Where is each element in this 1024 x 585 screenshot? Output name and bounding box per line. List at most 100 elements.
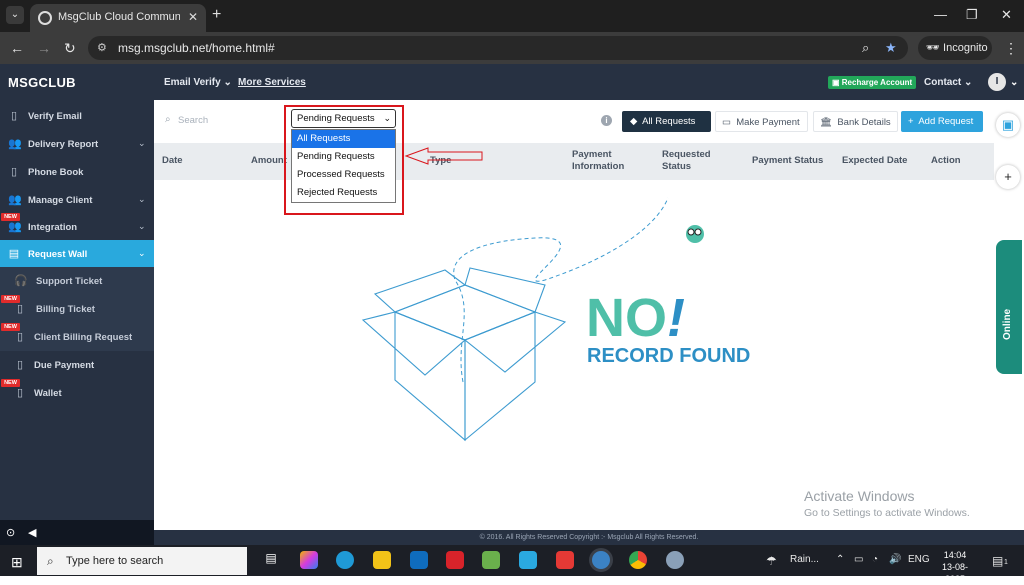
sidebar-item-billing-ticket[interactable]: NEW ▯ Billing Ticket <box>0 295 154 323</box>
sidebar-item-integration[interactable]: NEW 👥 Integration ⌄ <box>0 213 154 241</box>
window-close-icon[interactable]: ✕ <box>1001 7 1012 23</box>
wps-icon[interactable] <box>446 551 464 569</box>
sidebar-item-verify-email[interactable]: ▯ Verify Email <box>0 102 154 130</box>
empty-no-text: NO! <box>586 291 685 345</box>
announcement-icon[interactable]: ◀ <box>28 526 36 539</box>
editor-app-icon[interactable] <box>482 551 500 569</box>
tab-search-icon[interactable]: ⌄ <box>6 6 24 24</box>
filter-option-all[interactable]: All Requests <box>292 130 395 148</box>
sidebar-item-manage-client[interactable]: 👥 Manage Client ⌄ <box>0 186 154 214</box>
site-favicon-icon <box>38 11 52 25</box>
avatar-chevron-icon[interactable]: ⌄ <box>1010 77 1018 88</box>
windows-start-icon[interactable]: ⊞ <box>11 554 23 571</box>
verify-email-icon: ▯ <box>10 110 18 122</box>
filter-option-processed[interactable]: Processed Requests <box>292 166 395 184</box>
bookmark-star-icon[interactable]: ★ <box>885 40 897 56</box>
notification-icon[interactable]: ▤ <box>992 554 1003 568</box>
filter-option-pending[interactable]: Pending Requests <box>292 148 395 166</box>
copilot-icon[interactable] <box>300 551 318 569</box>
settings-icon[interactable]: ⊙ <box>6 526 15 539</box>
sidebar-item-support-ticket[interactable]: 🎧 Support Ticket <box>0 267 154 295</box>
address-bar[interactable]: ⚙ msg.msgclub.net/home.html# ⌕ ★ <box>88 36 908 60</box>
new-badge: NEW <box>1 213 20 221</box>
sidebar-item-phone-book[interactable]: ▯ Phone Book <box>0 158 154 186</box>
sidebar-item-due-payment[interactable]: ▯ Due Payment <box>0 351 154 379</box>
tray-overflow-icon[interactable]: ⌃ <box>836 554 844 565</box>
search-input[interactable]: Search <box>178 115 208 126</box>
users-icon: 👥 <box>8 138 22 150</box>
browser-menu-icon[interactable]: ⋮ <box>1004 40 1018 57</box>
all-requests-label: All Requests <box>642 116 696 127</box>
minimize-icon[interactable]: — <box>934 7 947 22</box>
app-logo[interactable]: MSGCLUB <box>8 75 76 90</box>
anydesk-icon[interactable] <box>556 551 574 569</box>
task-view-icon[interactable]: ▤ <box>262 551 280 569</box>
due-payment-icon: ▯ <box>16 359 24 371</box>
browser-tab-bar: ⌄ MsgClub Cloud Communication ✕ + — ❐ ✕ <box>0 0 1024 32</box>
sidebar-item-request-wall[interactable]: ▤ Request Wall ⌄ <box>0 240 154 267</box>
taskbar-clock[interactable]: 14:04 13-08-2025 <box>935 549 975 585</box>
wallet-icon: ▯ <box>16 387 24 399</box>
online-status-tab[interactable] <box>996 240 1022 374</box>
chevron-down-icon: ⌄ <box>138 194 146 204</box>
expand-plus-icon[interactable]: + <box>996 165 1020 189</box>
reload-icon[interactable]: ↻ <box>64 40 76 57</box>
bank-details-label: Bank Details <box>837 117 891 128</box>
sidebar-item-delivery-report[interactable]: 👥 Delivery Report ⌄ <box>0 130 154 158</box>
weather-icon[interactable]: ☂ <box>766 554 777 568</box>
sidebar-item-label: Integration <box>28 222 78 233</box>
sidebar-item-label: Client Billing Request <box>34 332 133 343</box>
forward-icon[interactable]: → <box>37 40 51 56</box>
incognito-label: Incognito <box>943 42 988 54</box>
info-icon[interactable]: i <box>601 115 612 126</box>
bank-details-button[interactable]: 🏛 Bank Details <box>813 111 898 132</box>
edge-icon[interactable] <box>336 551 354 569</box>
sidebar-item-client-billing-request[interactable]: NEW ▯ Client Billing Request <box>0 323 154 351</box>
new-badge: NEW <box>1 323 20 331</box>
users-icon: 👥 <box>8 194 22 206</box>
browser-tab[interactable]: MsgClub Cloud Communication ✕ <box>30 4 206 32</box>
back-icon[interactable]: ← <box>10 40 24 56</box>
chrome-icon[interactable] <box>629 551 647 569</box>
tab-title: MsgClub Cloud Communication <box>58 11 180 23</box>
volume-icon[interactable]: ◔ <box>872 554 878 565</box>
request-filter-select[interactable]: Pending Requests ⌄ <box>291 109 396 128</box>
sidebar-item-label: Support Ticket <box>36 276 103 287</box>
more-services-link[interactable]: More Services <box>238 77 306 88</box>
network-icon[interactable]: ▭ <box>854 554 863 565</box>
chrome-incognito-icon[interactable] <box>592 551 610 569</box>
taskbar-search-box[interactable]: ⌕ Type here to search <box>37 547 247 575</box>
email-verify-menu[interactable]: Email Verify ⌄ <box>164 77 232 88</box>
language-indicator[interactable]: ENG <box>908 554 930 565</box>
contact-menu[interactable]: Contact ⌄ <box>924 77 972 88</box>
tab-close-icon[interactable]: ✕ <box>188 10 198 24</box>
chevron-down-icon: ⌄ <box>383 113 391 123</box>
add-request-button[interactable]: + Add Request <box>901 111 983 132</box>
sidebar-item-wallet[interactable]: NEW ▯ Wallet <box>0 379 154 407</box>
search-icon: ⌕ <box>47 554 54 568</box>
incognito-badge[interactable]: 🕶 Incognito <box>918 36 992 60</box>
new-tab-icon[interactable]: + <box>212 6 221 24</box>
billing-icon: ▯ <box>16 331 24 343</box>
request-wall-icon: ▤ <box>8 248 20 260</box>
chat-widget-icon[interactable]: ▣ <box>996 113 1020 137</box>
file-explorer-icon[interactable] <box>373 551 391 569</box>
users-icon: 👥 <box>8 221 22 233</box>
restore-icon[interactable]: ❐ <box>966 7 978 23</box>
col-payment-information: Payment Information <box>572 149 625 172</box>
speaker-icon[interactable]: 🔊 <box>889 554 901 565</box>
avatar[interactable]: I <box>988 73 1006 91</box>
new-badge: NEW <box>1 379 20 387</box>
site-info-icon[interactable]: ⚙ <box>97 41 107 54</box>
make-payment-label: Make Payment <box>736 117 800 128</box>
outlook-icon[interactable] <box>410 551 428 569</box>
misc-app-icon[interactable] <box>666 551 684 569</box>
recharge-account-button[interactable]: ▣ Recharge Account <box>828 76 917 89</box>
empty-exclaim: ! <box>667 288 685 348</box>
empty-no-label: NO <box>586 288 667 348</box>
make-payment-button[interactable]: ▭ Make Payment <box>715 111 808 132</box>
remote-app-icon[interactable] <box>519 551 537 569</box>
zoom-icon[interactable]: ⌕ <box>862 40 869 56</box>
all-requests-button[interactable]: ◆ All Requests <box>622 111 711 132</box>
weather-text[interactable]: Rain... <box>790 554 819 565</box>
